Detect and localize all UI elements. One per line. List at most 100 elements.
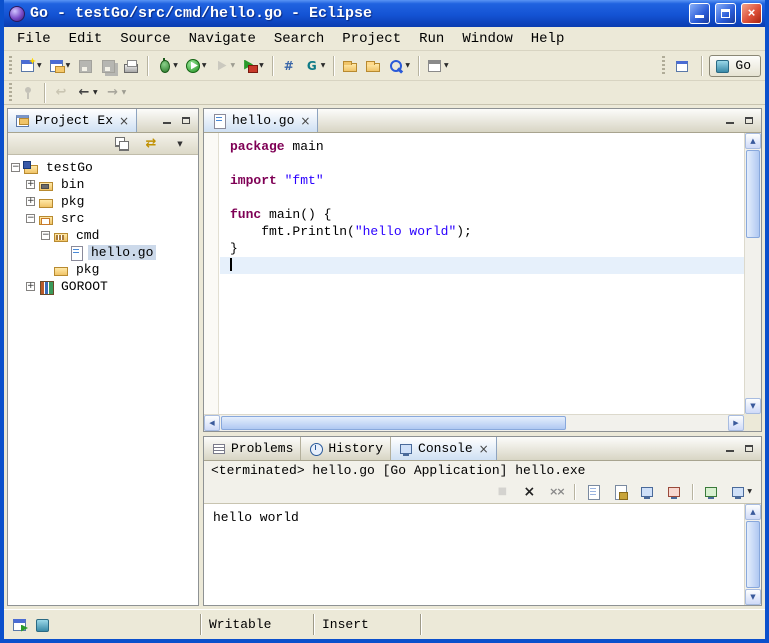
forward-history-button[interactable]: →▼: [102, 81, 130, 105]
print-button[interactable]: [120, 54, 142, 78]
link-with-editor-button[interactable]: ⇄: [140, 132, 162, 156]
show-stderr-button[interactable]: [663, 480, 685, 504]
tree-node-src[interactable]: −src: [8, 210, 198, 227]
expand-icon[interactable]: +: [26, 197, 35, 206]
run-button[interactable]: ▼: [182, 54, 210, 78]
scroll-up-button[interactable]: ▲: [745, 504, 761, 520]
dropdown-arrow-icon[interactable]: ▼: [444, 62, 449, 69]
dropdown-arrow-icon[interactable]: ▼: [173, 62, 178, 69]
expand-icon[interactable]: +: [26, 180, 35, 189]
editor-horizontal-scrollbar[interactable]: ◀ ▶: [204, 414, 744, 431]
close-icon[interactable]: ×: [300, 114, 310, 128]
tree-node-hello.go[interactable]: hello.go: [8, 244, 198, 261]
last-edit-location-button[interactable]: ↩: [50, 81, 72, 105]
menu-file[interactable]: File: [8, 31, 60, 47]
minimize-button[interactable]: [689, 3, 710, 24]
collapse-icon[interactable]: −: [11, 163, 20, 172]
maximize-view-button[interactable]: [741, 442, 756, 455]
tab-project-explorer[interactable]: Project Ex ×: [8, 109, 137, 132]
toolbar-grip[interactable]: [662, 56, 665, 76]
tab-problems[interactable]: Problems: [204, 437, 301, 460]
dropdown-arrow-icon[interactable]: ▼: [747, 488, 752, 495]
collapse-icon[interactable]: −: [41, 231, 50, 240]
scroll-lock-button[interactable]: [609, 480, 631, 504]
scroll-left-button[interactable]: ◀: [204, 415, 220, 431]
search-button[interactable]: ▼: [385, 54, 413, 78]
collapse-icon[interactable]: −: [26, 214, 35, 223]
view-menu-button[interactable]: ▼: [169, 132, 191, 156]
tab-console[interactable]: Console×: [391, 437, 497, 460]
tab-hello-go[interactable]: hello.go ×: [204, 109, 318, 132]
scroll-thumb[interactable]: [746, 521, 760, 588]
tree-node-bin[interactable]: +bin: [8, 176, 198, 193]
tree-node-testGo[interactable]: −testGo: [8, 159, 198, 176]
pin-console-button[interactable]: [700, 480, 722, 504]
new-project-button[interactable]: ▼: [46, 54, 74, 78]
fast-view-icon[interactable]: [12, 617, 28, 633]
close-icon[interactable]: ×: [479, 442, 489, 456]
tree-node-pkg[interactable]: +pkg: [8, 193, 198, 210]
menu-project[interactable]: Project: [333, 31, 410, 47]
tree-node-GOROOT[interactable]: +GOROOT: [8, 278, 198, 295]
minimize-view-button[interactable]: [159, 114, 174, 127]
new-wizard-button[interactable]: ▼: [17, 54, 45, 78]
clear-console-button[interactable]: [582, 480, 604, 504]
expand-icon[interactable]: +: [26, 282, 35, 291]
dropdown-arrow-icon[interactable]: ▼: [231, 62, 236, 69]
dropdown-arrow-icon[interactable]: ▼: [405, 62, 410, 69]
dropdown-arrow-icon[interactable]: ▼: [202, 62, 207, 69]
show-stdout-button[interactable]: [636, 480, 658, 504]
menu-search[interactable]: Search: [265, 31, 333, 47]
close-button[interactable]: ×: [741, 3, 762, 24]
open-folder-button[interactable]: [362, 54, 384, 78]
perspective-go-button[interactable]: Go: [709, 55, 761, 77]
scroll-right-button[interactable]: ▶: [728, 415, 744, 431]
dropdown-arrow-icon[interactable]: ▼: [321, 62, 326, 69]
console-output[interactable]: hello world: [204, 504, 744, 605]
dropdown-arrow-icon[interactable]: ▼: [37, 62, 42, 69]
open-console-button[interactable]: ▼: [727, 480, 755, 504]
run-last-button[interactable]: ▼: [211, 54, 239, 78]
menu-run[interactable]: Run: [410, 31, 453, 47]
annotations-button[interactable]: ▼: [424, 54, 452, 78]
debug-button[interactable]: ▼: [153, 54, 181, 78]
menu-edit[interactable]: Edit: [60, 31, 112, 47]
dropdown-arrow-icon[interactable]: ▼: [93, 89, 98, 96]
collapse-all-button[interactable]: [111, 132, 133, 156]
toolbar-grip[interactable]: [9, 56, 12, 76]
dropdown-arrow-icon[interactable]: ▼: [66, 62, 71, 69]
back-history-button[interactable]: ←▼: [73, 81, 101, 105]
dropdown-arrow-icon[interactable]: ▼: [259, 62, 264, 69]
menu-source[interactable]: Source: [111, 31, 179, 47]
menu-help[interactable]: Help: [522, 31, 574, 47]
save-all-button[interactable]: [97, 54, 119, 78]
code-area[interactable]: package mainimport "fmt"func main() { fm…: [220, 133, 744, 414]
external-tools-button[interactable]: ▼: [239, 54, 267, 78]
go-new-button[interactable]: G▼: [301, 54, 329, 78]
pin-editor-button[interactable]: [17, 81, 39, 105]
open-resource-button[interactable]: [339, 54, 361, 78]
open-perspective-button[interactable]: +: [672, 54, 694, 78]
terminate-button[interactable]: ■: [491, 480, 513, 504]
scroll-down-button[interactable]: ▼: [745, 589, 761, 605]
go-package-button[interactable]: #: [278, 54, 300, 78]
tree-node-cmd[interactable]: −cmd: [8, 227, 198, 244]
maximize-button[interactable]: [715, 3, 736, 24]
close-icon[interactable]: ×: [119, 114, 129, 128]
remove-all-terminated-button[interactable]: ××: [545, 480, 567, 504]
menu-navigate[interactable]: Navigate: [180, 31, 265, 47]
title-bar[interactable]: Go - testGo/src/cmd/hello.go - Eclipse ×: [4, 0, 765, 27]
tree-node-pkg[interactable]: pkg: [8, 261, 198, 278]
minimize-view-button[interactable]: [722, 114, 737, 127]
remove-launch-button[interactable]: ×: [518, 480, 540, 504]
console-vertical-scrollbar[interactable]: ▲ ▼: [744, 504, 761, 605]
scroll-thumb[interactable]: [221, 416, 566, 430]
maximize-view-button[interactable]: [741, 114, 756, 127]
menu-window[interactable]: Window: [453, 31, 521, 47]
tab-history[interactable]: History: [301, 437, 391, 460]
scroll-down-button[interactable]: ▼: [745, 398, 761, 414]
toolbar-grip[interactable]: [9, 83, 12, 103]
scroll-up-button[interactable]: ▲: [745, 133, 761, 149]
scroll-thumb[interactable]: [746, 150, 760, 238]
save-button[interactable]: [74, 54, 96, 78]
